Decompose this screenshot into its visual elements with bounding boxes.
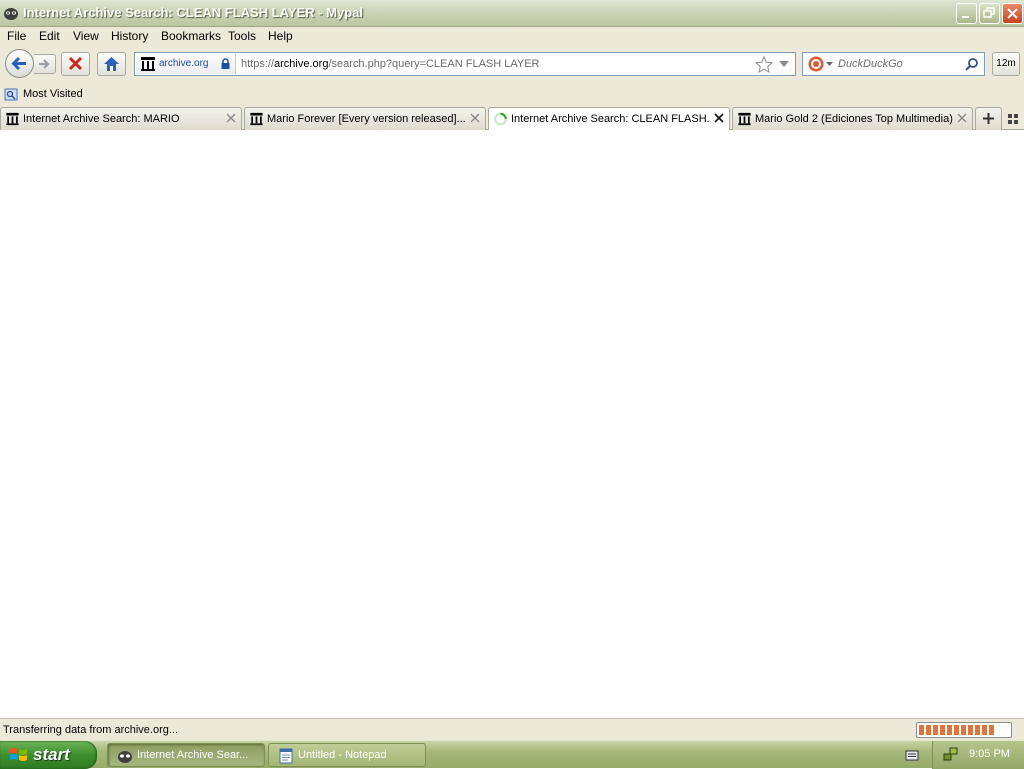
menu-bar: File Edit View History Bookmarks Tools H… — [0, 27, 1024, 46]
search-placeholder: DuckDuckGo — [838, 58, 903, 70]
folder-search-icon — [4, 88, 18, 101]
start-label: start — [33, 745, 70, 764]
windows-logo-icon — [10, 748, 27, 761]
url-dropdown-icon[interactable] — [779, 61, 789, 68]
menu-help[interactable]: Help — [268, 29, 293, 43]
loading-spinner-icon — [494, 112, 507, 126]
stop-icon — [68, 56, 83, 71]
taskbar-item-notepad[interactable]: Untitled - Notepad — [268, 743, 426, 767]
address-bar[interactable]: archive.org https://archive.org/search.p… — [134, 52, 796, 76]
page-content-area[interactable] — [0, 130, 1024, 718]
window-title: Internet Archive Search: CLEAN FLASH LAY… — [23, 5, 363, 20]
archive-favicon-icon — [6, 112, 19, 126]
lock-icon — [221, 58, 230, 69]
network-icon[interactable] — [943, 746, 959, 762]
restore-icon — [983, 7, 995, 18]
forward-button[interactable] — [34, 54, 56, 74]
stop-button[interactable] — [61, 52, 90, 76]
archive-favicon-icon — [738, 112, 751, 126]
tab-mario-gold-2[interactable]: Mario Gold 2 (Ediciones Top Multimedia).… — [732, 107, 973, 130]
tab-strip: Internet Archive Search: MARIO Mario For… — [0, 106, 1024, 131]
timer-label: 12m — [996, 58, 1016, 69]
tab-list-icon[interactable] — [1006, 112, 1020, 126]
tab-close-icon[interactable] — [470, 113, 480, 123]
archive-favicon-icon — [141, 57, 155, 71]
minimize-button[interactable] — [956, 3, 977, 24]
close-window-button[interactable] — [1002, 3, 1023, 24]
taskbar-item-label: Internet Archive Sear... — [137, 749, 249, 761]
menu-file[interactable]: File — [7, 29, 26, 43]
url-host: archive.org — [274, 58, 329, 70]
mypal-app-icon[interactable] — [3, 5, 19, 21]
taskbar-clock[interactable]: 9:05 PM — [969, 748, 1010, 760]
tab-mario-search[interactable]: Internet Archive Search: MARIO — [0, 107, 242, 130]
url-text: https://archive.org/search.php?query=CLE… — [241, 58, 540, 70]
menu-bookmarks[interactable]: Bookmarks — [161, 29, 221, 43]
new-tab-button[interactable] — [975, 107, 1002, 130]
tab-label: Internet Archive Search: CLEAN FLASH... — [511, 113, 711, 125]
bookmarks-toolbar: Most Visited — [0, 84, 1024, 106]
tab-close-icon[interactable] — [714, 113, 724, 123]
windows-taskbar: start Internet Archive Sear... Untitled … — [0, 740, 1024, 769]
status-text: Transferring data from archive.org... — [3, 724, 179, 736]
loading-progress-bar — [916, 722, 1012, 738]
arrow-right-icon — [39, 59, 50, 69]
tab-close-icon[interactable] — [957, 113, 967, 123]
status-bar: Transferring data from archive.org... — [0, 718, 1024, 740]
keyboard-icon[interactable] — [905, 748, 919, 762]
menu-tools[interactable]: Tools — [228, 29, 256, 43]
archive-favicon-icon — [250, 112, 263, 126]
tab-label: Internet Archive Search: MARIO — [23, 113, 180, 125]
search-icon[interactable] — [965, 57, 979, 71]
duckduckgo-engine-icon[interactable] — [808, 56, 824, 72]
bookmark-star-icon[interactable] — [755, 56, 773, 73]
start-button[interactable]: start — [0, 741, 97, 769]
tab-label: Mario Gold 2 (Ediciones Top Multimedia).… — [755, 113, 953, 125]
close-icon — [1007, 8, 1018, 19]
tab-label: Mario Forever [Every version released]..… — [267, 113, 466, 125]
notepad-icon — [279, 748, 293, 764]
timer-button[interactable]: 12m — [992, 52, 1020, 76]
mypal-app-icon — [118, 751, 132, 763]
tab-mario-forever[interactable]: Mario Forever [Every version released]..… — [244, 107, 486, 130]
restore-button[interactable] — [979, 3, 1000, 24]
search-bar[interactable]: DuckDuckGo — [802, 52, 985, 76]
arrow-left-icon — [11, 56, 26, 71]
engine-dropdown-icon[interactable] — [826, 62, 833, 67]
most-visited-label: Most Visited — [23, 88, 83, 100]
taskbar-item-label: Untitled - Notepad — [298, 749, 387, 761]
taskbar-item-browser[interactable]: Internet Archive Sear... — [107, 743, 265, 767]
identity-host: archive.org — [159, 58, 209, 69]
url-scheme: https:// — [241, 58, 275, 70]
menu-history[interactable]: History — [111, 29, 148, 43]
system-tray: 9:05 PM — [932, 741, 1024, 769]
menu-edit[interactable]: Edit — [39, 29, 60, 43]
window-titlebar[interactable]: Internet Archive Search: CLEAN FLASH LAY… — [0, 0, 1024, 27]
menu-view[interactable]: View — [73, 29, 99, 43]
back-button[interactable] — [5, 49, 34, 78]
site-identity-button[interactable]: archive.org — [136, 54, 236, 74]
plus-icon — [983, 113, 994, 124]
progress-fill — [919, 725, 996, 735]
home-icon — [104, 57, 119, 71]
tab-clean-flash-search[interactable]: Internet Archive Search: CLEAN FLASH... — [488, 107, 730, 131]
minimize-icon — [962, 16, 969, 18]
tab-close-icon[interactable] — [226, 113, 236, 123]
navigation-toolbar: archive.org https://archive.org/search.p… — [0, 46, 1024, 84]
url-path: /search.php?query=CLEAN FLASH LAYER — [328, 58, 540, 70]
home-button[interactable] — [97, 52, 126, 76]
